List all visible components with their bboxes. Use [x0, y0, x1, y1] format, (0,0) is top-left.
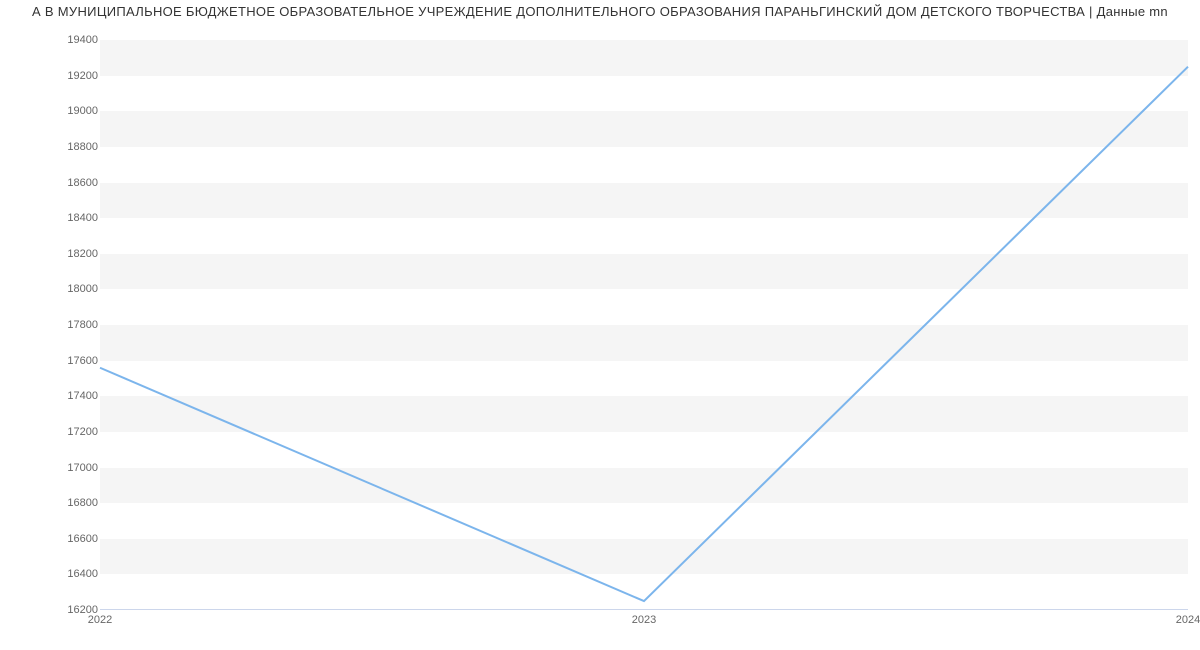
y-tick-label: 17600 [67, 355, 98, 367]
x-axis-line [100, 609, 1188, 610]
y-tick-label: 18600 [67, 177, 98, 189]
x-tick-label: 2022 [88, 614, 112, 626]
x-tick-label: 2024 [1176, 614, 1200, 626]
y-tick-label: 16600 [67, 533, 98, 545]
chart-line [100, 40, 1188, 610]
y-tick-label: 17400 [67, 390, 98, 402]
x-tick-label: 2023 [632, 614, 656, 626]
y-tick-label: 18000 [67, 283, 98, 295]
y-tick-label: 16400 [67, 568, 98, 580]
y-tick-label: 16800 [67, 497, 98, 509]
y-tick-label: 17000 [67, 462, 98, 474]
chart-container: А В МУНИЦИПАЛЬНОЕ БЮДЖЕТНОЕ ОБРАЗОВАТЕЛЬ… [0, 0, 1200, 650]
y-tick-label: 18400 [67, 212, 98, 224]
y-tick-label: 19200 [67, 70, 98, 82]
plot-area [100, 40, 1188, 610]
y-tick-label: 18200 [67, 248, 98, 260]
y-tick-label: 17200 [67, 426, 98, 438]
y-tick-label: 19400 [67, 34, 98, 46]
y-tick-label: 17800 [67, 319, 98, 331]
chart-title: А В МУНИЦИПАЛЬНОЕ БЮДЖЕТНОЕ ОБРАЗОВАТЕЛЬ… [0, 4, 1200, 19]
y-tick-label: 18800 [67, 141, 98, 153]
y-tick-label: 19000 [67, 105, 98, 117]
